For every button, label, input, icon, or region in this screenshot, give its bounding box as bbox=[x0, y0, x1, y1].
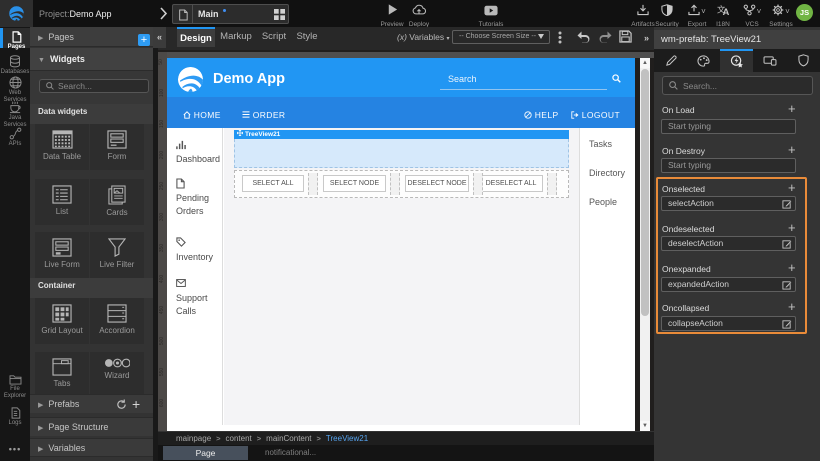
svg-text:A: A bbox=[722, 7, 729, 16]
